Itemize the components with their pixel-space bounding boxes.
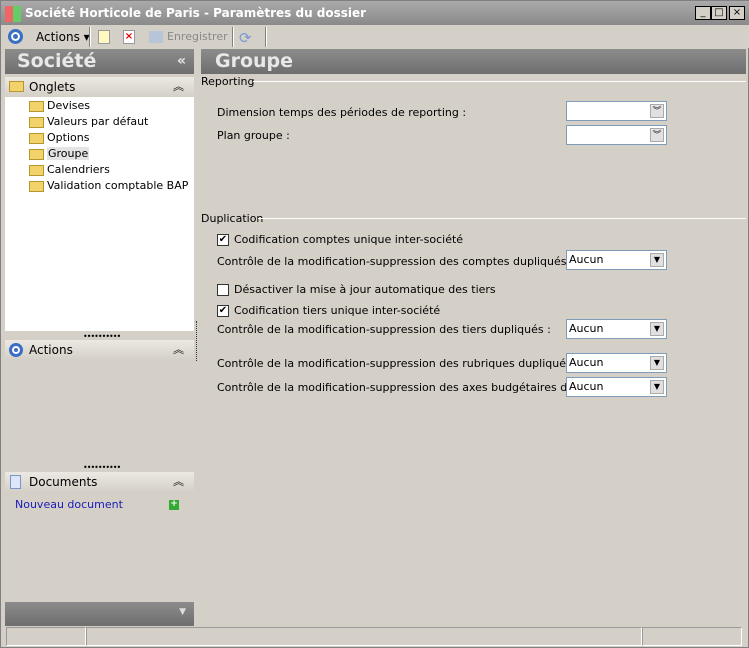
folder-icon <box>29 165 44 176</box>
group-plan-select[interactable]: ︾ <box>566 125 667 145</box>
chevron-down-icon[interactable]: ▼ <box>650 322 664 336</box>
divider <box>258 218 746 219</box>
status-cell <box>6 627 86 646</box>
tree-item-devises[interactable]: Devises <box>5 98 194 114</box>
actions-panel-header[interactable]: Actions ︽ <box>5 340 194 360</box>
time-dimension-select[interactable]: ︾ <box>566 101 667 121</box>
folder-icon <box>29 117 44 128</box>
documents-panel-header[interactable]: Documents ︽ <box>5 472 194 492</box>
window-title: Société Horticole de Paris - Paramètres … <box>25 6 367 20</box>
field-label: Contrôle de la modification-suppression … <box>217 357 586 370</box>
status-cell <box>642 627 742 646</box>
checkbox-label: Désactiver la mise à jour automatique de… <box>234 283 496 296</box>
tabs-tree: Devises Valeurs par défaut Options Group… <box>5 97 194 331</box>
checkbox-label: Codification comptes unique inter-sociét… <box>234 233 464 246</box>
collapse-panel-button[interactable]: « <box>177 49 186 74</box>
tree-item-groupe[interactable]: Groupe <box>5 146 194 162</box>
status-cell <box>86 627 642 646</box>
chevron-down-icon[interactable]: ▼ <box>650 253 664 267</box>
separator <box>232 27 234 47</box>
open-folder-icon <box>29 149 44 160</box>
collapse-chevron-icon[interactable]: ︽ <box>173 77 184 97</box>
accounts-unique-checkbox[interactable]: ✔ <box>217 234 229 246</box>
close-button[interactable]: × <box>729 6 745 20</box>
delete-icon[interactable]: × <box>123 30 135 44</box>
collapse-chevron-icon[interactable]: ︽ <box>173 472 184 492</box>
refresh-icon[interactable]: ⟳ <box>239 29 252 47</box>
app-menu-icon[interactable] <box>8 29 23 44</box>
splitter-handle[interactable]: •••••••••• <box>83 463 121 472</box>
tree-item-calendriers[interactable]: Calendriers <box>5 162 194 178</box>
field-label: Contrôle de la modification-suppression … <box>217 255 574 268</box>
collapse-chevron-icon[interactable]: ︽ <box>173 340 184 360</box>
save-icon <box>149 31 163 43</box>
tree-item-validation[interactable]: Validation comptable BAP <box>5 178 194 194</box>
vertical-splitter[interactable] <box>196 321 197 361</box>
field-label: Contrôle de la modification-suppression … <box>217 323 551 336</box>
tiers-control-select[interactable]: Aucun ▼ <box>566 319 667 339</box>
tree-item-valeurs[interactable]: Valeurs par défaut <box>5 114 194 130</box>
tiers-unique-checkbox[interactable]: ✔ <box>217 305 229 317</box>
reporting-group-legend: Reporting <box>201 75 255 88</box>
chevron-down-icon[interactable]: ▼ <box>179 607 186 617</box>
budget-axes-control-select[interactable]: Aucun ▼ <box>566 377 667 397</box>
field-label: Contrôle de la modification-suppression … <box>217 381 621 394</box>
separator <box>89 27 91 47</box>
minimize-button[interactable]: _ <box>695 6 711 20</box>
actions-icon <box>9 343 23 357</box>
folder-icon <box>29 181 44 192</box>
accounts-control-select[interactable]: Aucun ▼ <box>566 250 667 270</box>
add-icon[interactable]: + <box>169 500 179 510</box>
field-label: Plan groupe : <box>217 129 290 142</box>
double-chevron-down-icon[interactable]: ︾ <box>650 104 664 118</box>
rubriques-control-select[interactable]: Aucun ▼ <box>566 353 667 373</box>
app-logo-icon <box>5 6 21 22</box>
field-label: Dimension temps des périodes de reportin… <box>217 106 467 119</box>
chevron-down-icon[interactable]: ▼ <box>650 380 664 394</box>
save-button[interactable]: Enregistrer <box>149 28 228 46</box>
title-bar: Société Horticole de Paris - Paramètres … <box>1 1 749 25</box>
checkbox-label: Codification tiers unique inter-société <box>234 304 441 317</box>
folder-icon <box>9 81 24 92</box>
new-document-link[interactable]: Nouveau document <box>15 498 123 511</box>
actions-menu-button[interactable]: Actions ▾ <box>36 28 90 46</box>
duplication-group-legend: Duplication <box>201 212 264 225</box>
separator <box>265 27 267 47</box>
tabs-panel-header[interactable]: Onglets ︽ <box>5 77 194 97</box>
toolbar: Actions ▾ × Enregistrer ⟳ <box>1 25 749 48</box>
chevron-down-icon[interactable]: ▼ <box>650 356 664 370</box>
maximize-button[interactable]: □ <box>711 6 727 20</box>
folder-icon <box>29 133 44 144</box>
panel-footer: ▼ <box>5 602 194 626</box>
page-title: Groupe <box>201 49 746 74</box>
divider <box>253 81 746 82</box>
tree-item-options[interactable]: Options <box>5 130 194 146</box>
disable-auto-update-checkbox[interactable] <box>217 284 229 296</box>
company-header: Société Hortico..« <box>5 49 194 97</box>
new-icon[interactable] <box>98 30 110 44</box>
document-icon <box>10 475 21 489</box>
folder-icon <box>29 101 44 112</box>
double-chevron-down-icon[interactable]: ︾ <box>650 128 664 142</box>
